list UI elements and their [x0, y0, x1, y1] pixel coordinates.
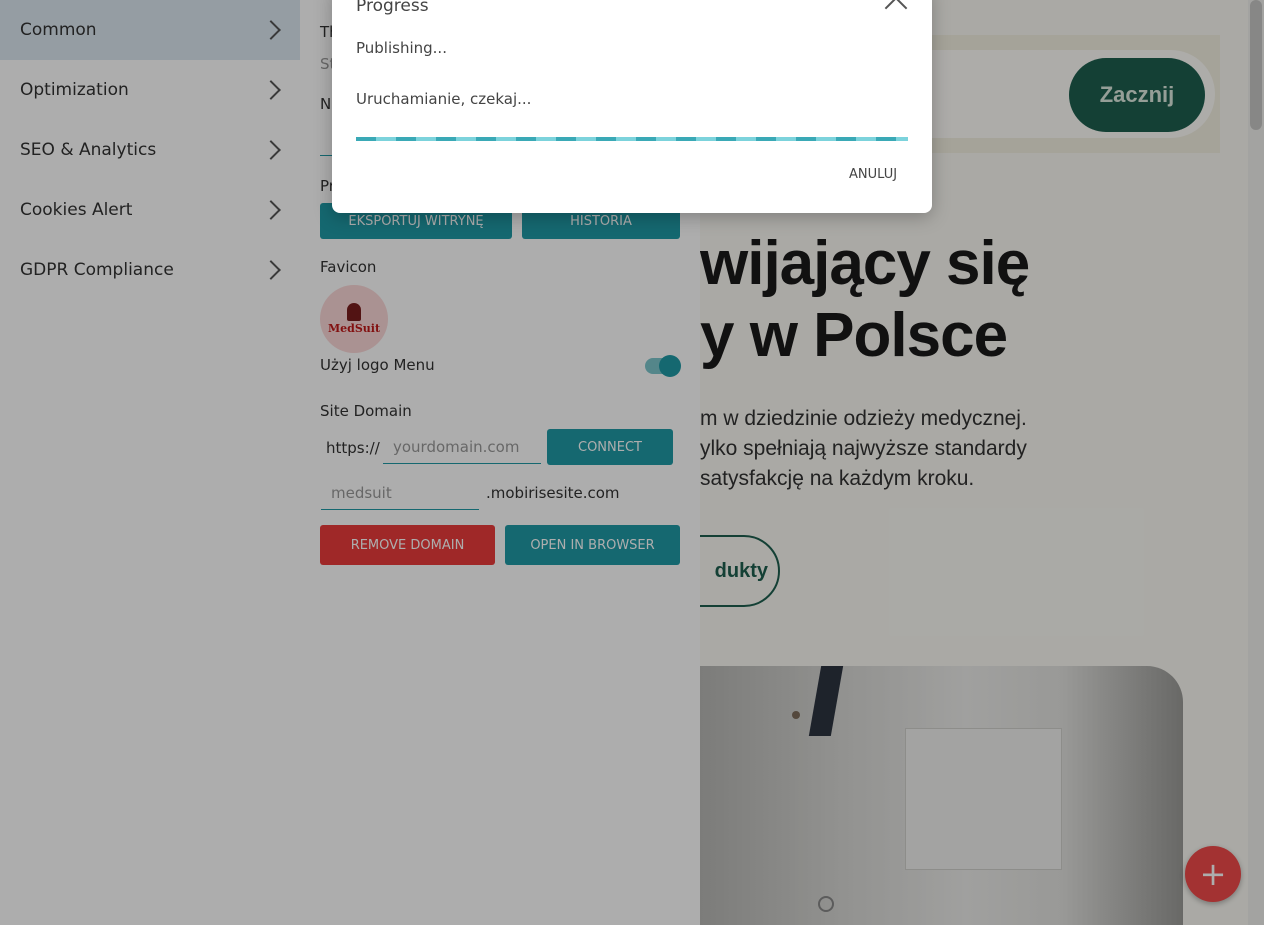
progress-bar: [356, 137, 908, 141]
progress-bar-fill: [356, 137, 908, 141]
progress-dialog: Progress Publishing... Uruchamianie, cze…: [332, 0, 932, 213]
publish-status: Publishing...: [356, 39, 447, 57]
dialog-title: Progress: [356, 0, 429, 16]
cancel-button[interactable]: ANULUJ: [849, 167, 897, 182]
progress-message: Uruchamianie, czekaj...: [356, 90, 532, 108]
collapse-icon[interactable]: [884, 0, 908, 20]
